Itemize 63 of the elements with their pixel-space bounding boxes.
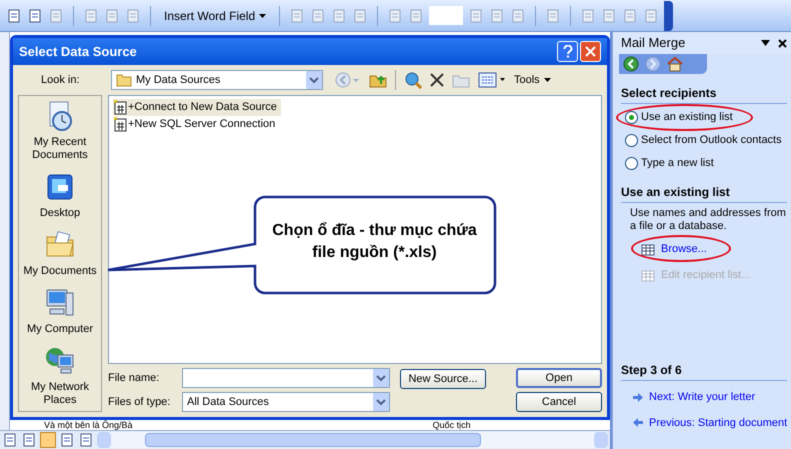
file-item[interactable]: +Connect to New Data Source bbox=[113, 99, 281, 116]
forward-icon[interactable] bbox=[645, 56, 661, 72]
task-pane-title: Mail Merge bbox=[621, 34, 686, 52]
radio-button[interactable] bbox=[625, 157, 638, 170]
edit-table-icon bbox=[641, 268, 655, 282]
places-item[interactable]: My Computer bbox=[20, 287, 100, 336]
places-item[interactable]: My Network Places bbox=[20, 345, 100, 407]
search-web-icon[interactable] bbox=[404, 71, 422, 89]
files-of-type-dropdown[interactable]: All Data Sources bbox=[182, 392, 390, 412]
callout-text: Chọn ổ đĩa - thư mục chứa file nguồn (*.xls) bbox=[272, 221, 477, 263]
close-button[interactable] bbox=[580, 41, 601, 62]
help-button[interactable] bbox=[557, 41, 578, 62]
insert-word-field-button[interactable]: Insert Word Field bbox=[160, 6, 270, 24]
browse-link[interactable]: Browse... bbox=[641, 240, 707, 258]
radio-button[interactable] bbox=[625, 134, 638, 147]
folder-icon bbox=[116, 73, 132, 87]
data-source-icon bbox=[113, 117, 127, 132]
places-item[interactable]: Desktop bbox=[20, 171, 100, 220]
record-field[interactable] bbox=[429, 6, 464, 25]
previous-step-link[interactable]: Previous: Starting document bbox=[633, 414, 788, 431]
close-icon bbox=[585, 46, 596, 57]
file-name-field[interactable] bbox=[182, 368, 390, 388]
arrow-right-icon bbox=[633, 392, 643, 402]
document-text: Và một bên là Ông/Bà bbox=[44, 420, 133, 430]
look-in-label: Look in: bbox=[41, 72, 81, 88]
document-icon[interactable] bbox=[83, 8, 99, 24]
file-name-label: File name: bbox=[108, 370, 160, 386]
horizontal-scrollbar[interactable] bbox=[97, 432, 608, 448]
window-title: Select Data Source bbox=[19, 42, 138, 61]
radio-option[interactable]: Select from Outlook contacts bbox=[625, 132, 782, 149]
next-step-link[interactable]: Next: Write your letter bbox=[633, 389, 788, 406]
cancel-button[interactable]: Cancel bbox=[516, 392, 602, 412]
radio-option[interactable]: Type a new list bbox=[625, 155, 714, 172]
arrow-left-icon bbox=[633, 418, 643, 428]
back-icon[interactable] bbox=[623, 56, 639, 72]
section-heading: Use an existing list bbox=[621, 183, 788, 203]
views-icon[interactable] bbox=[478, 72, 506, 88]
toolbar-options-icon[interactable] bbox=[664, 0, 674, 30]
new-source-button[interactable]: New Source... bbox=[400, 369, 486, 389]
look-in-dropdown[interactable]: My Data Sources bbox=[111, 70, 323, 90]
section-heading: Select recipients bbox=[621, 84, 788, 104]
file-item[interactable]: +New SQL Server Connection bbox=[113, 116, 280, 133]
caret-icon bbox=[259, 14, 266, 18]
radio-button[interactable] bbox=[625, 111, 638, 124]
places-item[interactable]: My Recent Documents bbox=[20, 100, 100, 162]
dropdown-arrow-icon[interactable] bbox=[761, 40, 770, 46]
files-of-type-label: Files of type: bbox=[108, 394, 172, 410]
document-text: Quốc tịch bbox=[432, 420, 471, 430]
tools-menu[interactable]: Tools bbox=[514, 72, 551, 88]
data-source-icon bbox=[113, 100, 127, 115]
description-text: Use names and addresses from a file or a database. bbox=[629, 207, 786, 233]
delete-icon[interactable] bbox=[430, 73, 444, 87]
home-icon[interactable] bbox=[667, 56, 683, 72]
open-button[interactable]: Open bbox=[516, 368, 602, 388]
step-heading: Step 3 of 6 bbox=[621, 361, 788, 381]
radio-option[interactable]: Use an existing list bbox=[625, 109, 733, 126]
question-mark-icon bbox=[562, 45, 572, 58]
document-icon[interactable] bbox=[104, 8, 120, 24]
document-icon[interactable] bbox=[310, 8, 326, 24]
caret-icon bbox=[544, 78, 551, 82]
places-item[interactable]: My Documents bbox=[20, 229, 100, 278]
document-icon[interactable] bbox=[125, 8, 141, 24]
close-icon[interactable] bbox=[778, 38, 788, 48]
